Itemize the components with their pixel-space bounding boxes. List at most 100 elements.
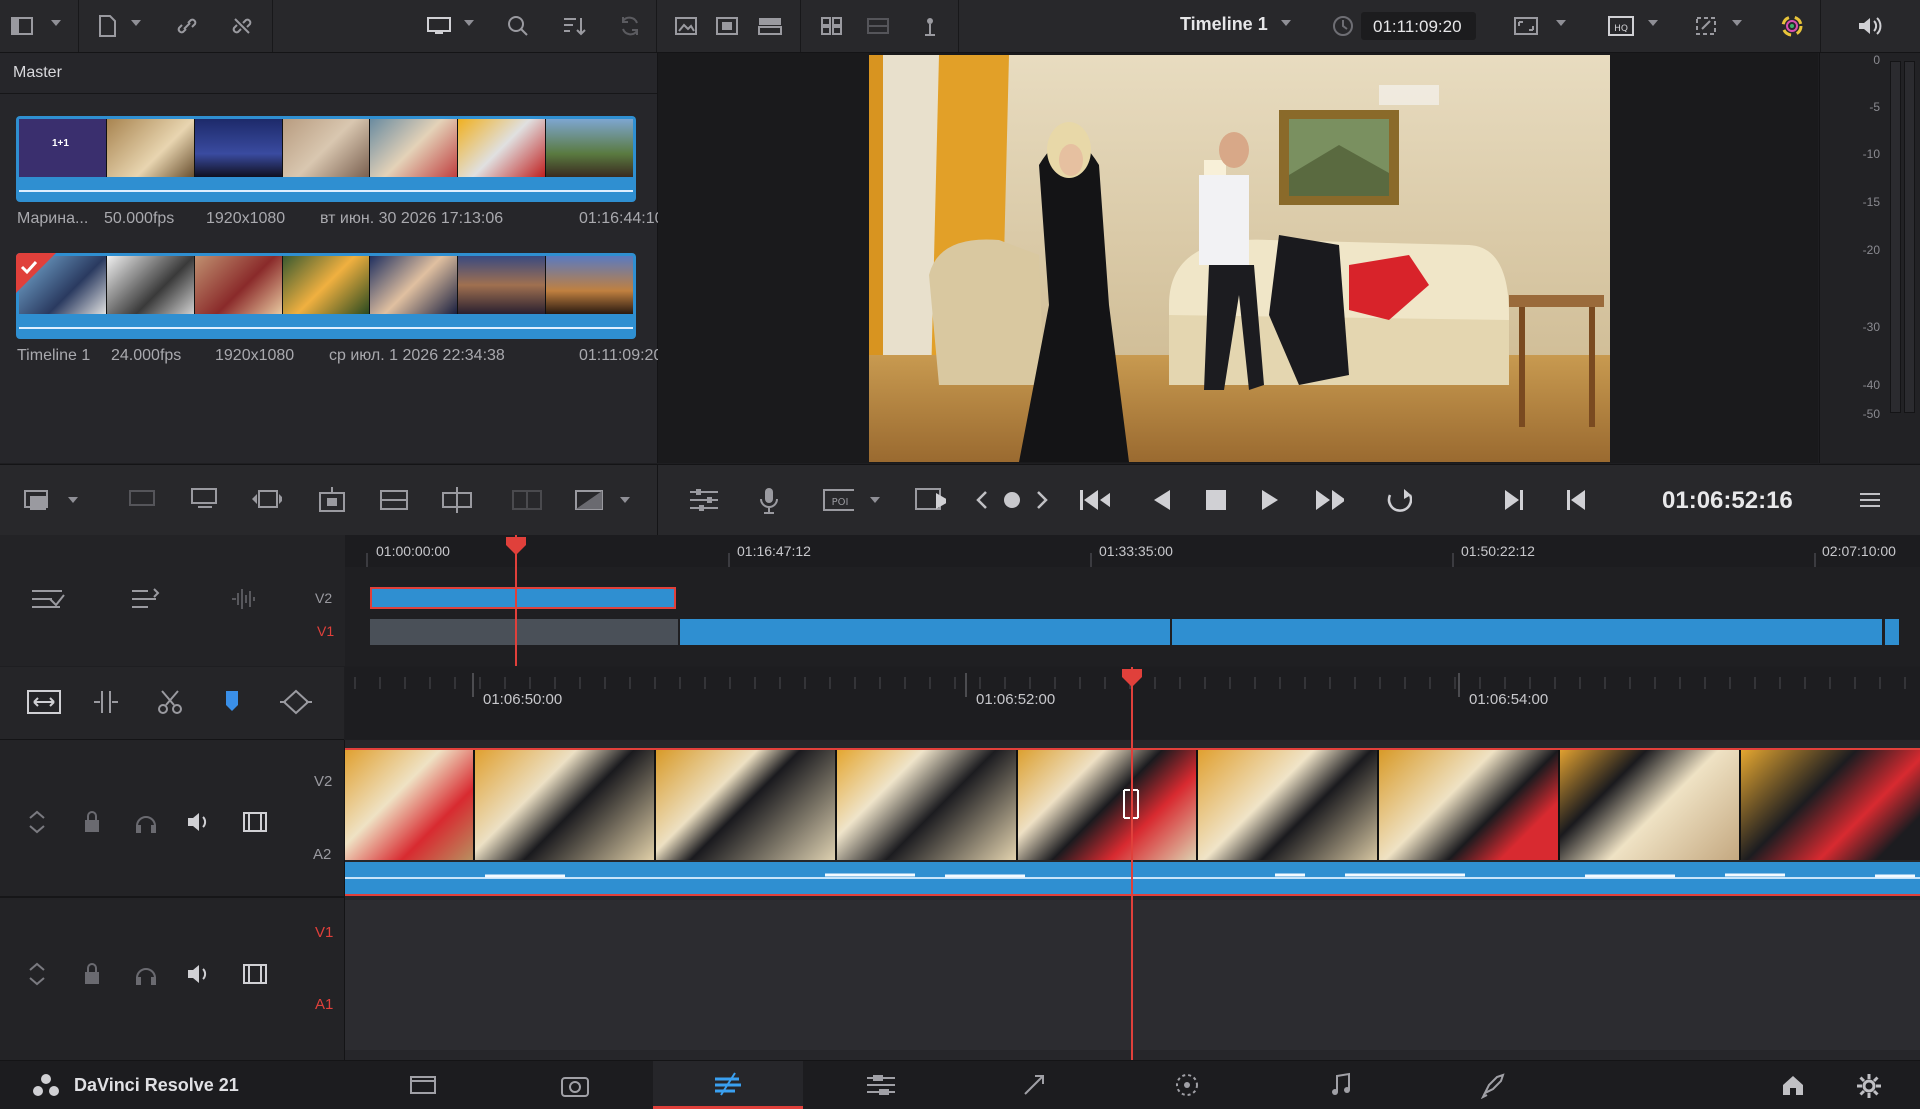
search-icon[interactable] bbox=[504, 12, 532, 40]
expand-track-icon[interactable] bbox=[26, 962, 48, 986]
transition-diamond-icon[interactable] bbox=[278, 687, 314, 717]
playhead-marker-icon[interactable] bbox=[1120, 667, 1144, 689]
meter-tick: -5 bbox=[1869, 100, 1880, 114]
poi-tracker-icon[interactable]: POI bbox=[822, 485, 854, 515]
film-toggle-icon[interactable] bbox=[242, 962, 268, 986]
play-reverse-icon[interactable] bbox=[1146, 485, 1178, 515]
marker-flag-icon[interactable] bbox=[222, 687, 242, 717]
chevron-down-icon[interactable] bbox=[464, 20, 474, 26]
skip-to-start-icon[interactable] bbox=[1078, 485, 1110, 515]
overview-clip-v1[interactable] bbox=[370, 619, 678, 645]
speaker-icon[interactable] bbox=[186, 962, 212, 986]
chevron-down-icon[interactable] bbox=[1556, 20, 1566, 26]
smart-insert-icon[interactable] bbox=[22, 485, 54, 515]
expand-track-icon[interactable] bbox=[26, 810, 48, 834]
inspector-sliders-icon[interactable] bbox=[688, 485, 720, 515]
chevron-down-icon[interactable] bbox=[131, 20, 141, 26]
playhead-line[interactable] bbox=[1131, 667, 1133, 1060]
playhead-marker-icon[interactable] bbox=[504, 535, 528, 557]
audio-tracks-icon[interactable] bbox=[130, 585, 162, 613]
new-bin-icon[interactable] bbox=[93, 12, 121, 40]
metadata-view-icon[interactable] bbox=[713, 12, 741, 40]
next-edit-icon[interactable] bbox=[1026, 485, 1058, 515]
clip-thumbnail-strip[interactable]: 1+1 bbox=[16, 116, 636, 202]
append-icon[interactable] bbox=[126, 485, 158, 515]
mark-dot-icon[interactable] bbox=[996, 485, 1028, 515]
chevron-down-icon[interactable] bbox=[620, 497, 630, 503]
trim-icon[interactable] bbox=[90, 687, 122, 717]
chevron-down-icon[interactable] bbox=[1281, 20, 1291, 26]
chevron-down-icon[interactable] bbox=[1648, 20, 1658, 26]
menu-icon[interactable] bbox=[1854, 485, 1886, 515]
headphones-icon[interactable] bbox=[134, 962, 158, 986]
chevron-down-icon[interactable] bbox=[51, 20, 61, 26]
overview-clip-v1[interactable] bbox=[1172, 619, 1882, 645]
home-icon[interactable] bbox=[1780, 1073, 1806, 1097]
speaker-icon[interactable] bbox=[186, 810, 212, 834]
timecode-display: 01:11:09:20 bbox=[1373, 17, 1462, 36]
cut-page-camera-icon[interactable] bbox=[500, 1061, 650, 1109]
fast-review-icon[interactable] bbox=[914, 485, 946, 515]
chevron-down-icon[interactable] bbox=[68, 497, 78, 503]
deliver-page-icon[interactable] bbox=[1418, 1061, 1568, 1109]
overview-clip-v1[interactable] bbox=[680, 619, 1170, 645]
lock-icon[interactable] bbox=[82, 810, 102, 834]
sort-icon[interactable] bbox=[560, 12, 588, 40]
effects-overlay-icon[interactable] bbox=[1692, 12, 1720, 40]
scissors-icon[interactable] bbox=[156, 687, 184, 717]
play-icon[interactable] bbox=[1254, 485, 1286, 515]
close-up-icon[interactable] bbox=[250, 485, 282, 515]
sync-icon[interactable] bbox=[616, 12, 644, 40]
settings-gear-icon[interactable] bbox=[1856, 1073, 1882, 1099]
link-icon[interactable] bbox=[173, 12, 201, 40]
color-page-icon[interactable] bbox=[1112, 1061, 1262, 1109]
stop-icon[interactable] bbox=[1200, 485, 1232, 515]
split-clip-icon[interactable] bbox=[511, 485, 543, 515]
source-overwrite-icon[interactable] bbox=[378, 485, 410, 515]
cut-insert-icon[interactable] bbox=[440, 485, 472, 515]
film-toggle-icon[interactable] bbox=[242, 810, 268, 834]
current-timecode[interactable]: 01:06:52:16 bbox=[1662, 487, 1793, 515]
video-frame[interactable] bbox=[869, 55, 1610, 462]
chevron-down-icon[interactable] bbox=[870, 497, 880, 503]
timecode-clock-icon[interactable] bbox=[1329, 12, 1357, 40]
cut-page-tab[interactable] bbox=[653, 1061, 803, 1109]
headphones-icon[interactable] bbox=[134, 810, 158, 834]
place-on-top-icon[interactable] bbox=[316, 485, 348, 515]
go-to-out-icon[interactable] bbox=[1498, 485, 1530, 515]
volume-icon[interactable] bbox=[1856, 12, 1884, 40]
edit-page-icon[interactable] bbox=[806, 1061, 956, 1109]
transition-icon[interactable] bbox=[573, 485, 605, 515]
bin-title[interactable]: Master bbox=[13, 64, 62, 82]
fusion-page-icon[interactable] bbox=[960, 1061, 1110, 1109]
timecode-box[interactable]: 01:11:09:20 bbox=[1361, 12, 1476, 40]
go-to-in-icon[interactable] bbox=[1560, 485, 1592, 515]
audio-waveform-icon[interactable] bbox=[230, 585, 262, 613]
timeline-name[interactable]: Timeline 1 bbox=[1180, 14, 1268, 35]
ripple-overwrite-icon[interactable] bbox=[188, 485, 220, 515]
safe-area-icon[interactable] bbox=[916, 12, 944, 40]
hq-quality-icon[interactable]: HQ bbox=[1607, 12, 1635, 40]
chevron-down-icon[interactable] bbox=[1732, 20, 1742, 26]
unlink-icon[interactable] bbox=[228, 12, 256, 40]
prev-edit-icon[interactable] bbox=[966, 485, 998, 515]
track-height-icon[interactable] bbox=[30, 585, 66, 613]
display-mode-icon[interactable] bbox=[425, 12, 453, 40]
grid-view-icon[interactable] bbox=[818, 12, 846, 40]
fit-timeline-icon[interactable] bbox=[26, 687, 62, 717]
loop-icon[interactable] bbox=[1380, 485, 1412, 515]
source-tape-icon[interactable] bbox=[672, 12, 700, 40]
color-wheel-icon[interactable] bbox=[1778, 12, 1806, 40]
panel-toggle-icon[interactable] bbox=[8, 12, 36, 40]
media-page-icon[interactable] bbox=[348, 1061, 498, 1109]
voiceover-mic-icon[interactable] bbox=[753, 485, 785, 515]
timeline-thumbnail-strip[interactable] bbox=[16, 253, 636, 339]
skip-to-end-icon[interactable] bbox=[1312, 485, 1344, 515]
viewer-mode-icon[interactable] bbox=[1512, 12, 1540, 40]
overview-clip-v1[interactable] bbox=[1885, 619, 1899, 645]
lock-icon[interactable] bbox=[82, 962, 102, 986]
overview-clip-v2[interactable] bbox=[370, 587, 676, 609]
fairlight-page-icon[interactable] bbox=[1266, 1061, 1416, 1109]
strip-view-icon[interactable] bbox=[756, 12, 784, 40]
list-view-icon[interactable] bbox=[864, 12, 892, 40]
